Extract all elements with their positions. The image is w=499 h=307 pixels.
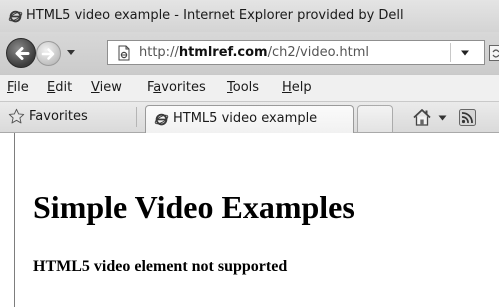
video-fallback-message: HTML5 video element not supported xyxy=(33,258,288,275)
address-dropdown-icon[interactable] xyxy=(460,49,470,57)
menu-favorites[interactable]: Favorites xyxy=(147,80,206,95)
window-title: HTML5 video example - Internet Explorer … xyxy=(26,8,404,23)
star-icon xyxy=(8,108,25,124)
page-heading: Simple Video Examples xyxy=(33,189,355,225)
tab-label: HTML5 video example xyxy=(173,111,318,126)
menu-tools[interactable]: Tools xyxy=(227,80,259,95)
navigation-bar: http://htmlref.com/ch2/video.html xyxy=(0,32,499,74)
forward-button[interactable] xyxy=(36,41,61,66)
address-bar[interactable]: http://htmlref.com/ch2/video.html xyxy=(107,40,485,65)
title-bar: HTML5 video example - Internet Explorer … xyxy=(0,0,499,32)
menu-edit[interactable]: Edit xyxy=(47,80,72,95)
page-icon xyxy=(118,45,130,61)
url-prefix: http:// xyxy=(139,45,179,60)
url-path: /ch2/video.html xyxy=(267,45,370,60)
tab-html5-video-example[interactable]: HTML5 video example xyxy=(145,105,354,133)
menu-bar: File Edit View Favorites Tools Help xyxy=(0,74,499,101)
home-icon[interactable] xyxy=(412,108,432,127)
menu-file[interactable]: File xyxy=(7,80,29,95)
recent-pages-dropdown-icon[interactable] xyxy=(64,45,78,59)
refresh-icon[interactable] xyxy=(489,45,499,61)
favorites-bar: Favorites HTML5 video example xyxy=(0,101,499,133)
forward-arrow-icon xyxy=(41,48,55,60)
home-dropdown-icon[interactable] xyxy=(438,115,447,121)
back-arrow-icon xyxy=(15,47,30,60)
browser-window: HTML5 video example - Internet Explorer … xyxy=(0,0,499,307)
feeds-icon[interactable] xyxy=(459,109,476,126)
ie-page-icon xyxy=(154,113,169,126)
url-text[interactable]: http://htmlref.com/ch2/video.html xyxy=(139,45,369,60)
page-content: Simple Video Examples HTML5 video elemen… xyxy=(14,133,499,307)
address-divider xyxy=(450,43,451,62)
favorites-separator xyxy=(136,107,137,127)
new-tab-button[interactable] xyxy=(357,105,393,132)
menu-view[interactable]: View xyxy=(91,80,122,95)
url-domain: htmlref.com xyxy=(178,45,268,60)
favorites-label: Favorites xyxy=(29,109,88,124)
back-button[interactable] xyxy=(6,38,36,68)
ie-logo-icon xyxy=(8,10,23,23)
menu-help[interactable]: Help xyxy=(282,80,312,95)
